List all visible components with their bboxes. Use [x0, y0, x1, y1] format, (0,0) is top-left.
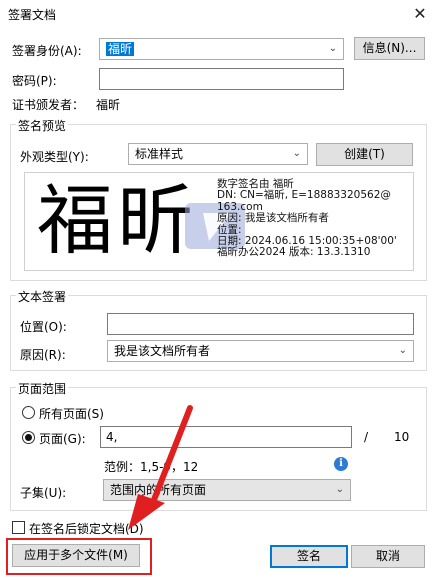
annotation-arrow-icon	[128, 405, 193, 530]
